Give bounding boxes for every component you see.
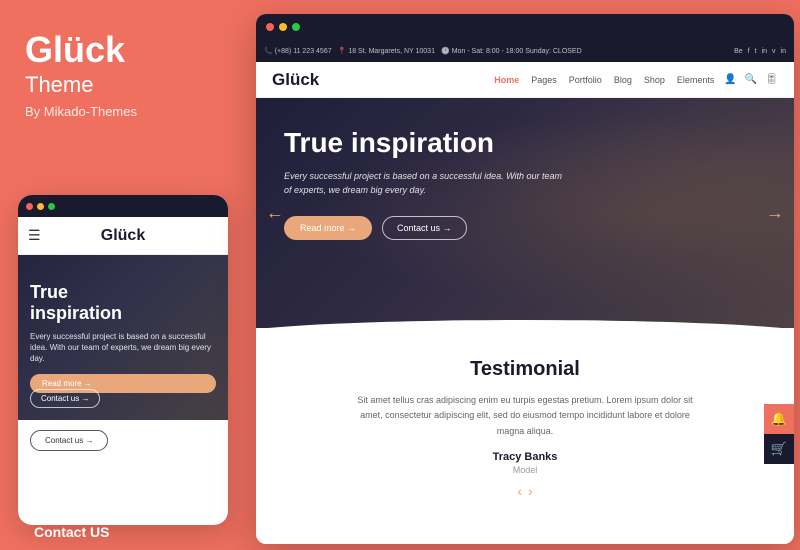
- hero-title: True inspiration: [284, 128, 766, 159]
- mobile-mockup: ☰ Glück Trueinspiration Every successful…: [18, 195, 228, 525]
- contact-us-label: Contact US: [34, 524, 109, 540]
- testimonial-role: Model: [296, 465, 754, 475]
- brand-title: Glück: [25, 30, 125, 70]
- right-side-icons: 🔔 🛒: [764, 404, 794, 464]
- behance-link[interactable]: Be: [734, 48, 743, 55]
- brand-subtitle: Theme: [25, 72, 93, 98]
- mobile-hero-text: Every successful project is based on a s…: [30, 331, 216, 365]
- mobile-logo: Glück: [101, 227, 145, 245]
- social-links: Be f t in v in: [734, 48, 786, 55]
- equalizer-icon[interactable]: 🎚: [765, 74, 778, 85]
- phone-info: 📞 (+88) 11 223 4567: [264, 47, 332, 55]
- testimonial-next-button[interactable]: ›: [528, 483, 533, 499]
- brand-by: By Mikado-Themes: [25, 104, 137, 119]
- browser-dot-yellow: [279, 23, 287, 31]
- nav-portfolio[interactable]: Portfolio: [569, 75, 602, 85]
- website-logo: Glück: [272, 70, 319, 90]
- website-navbar: Glück Home Pages Portfolio Blog Shop Ele…: [256, 62, 794, 98]
- hero-contact-button[interactable]: Contact us →: [382, 216, 467, 240]
- website-hero: ← → True inspiration Every successful pr…: [256, 98, 794, 328]
- nav-shop[interactable]: Shop: [644, 75, 665, 85]
- hero-description: Every successful project is based on a s…: [284, 169, 564, 198]
- hero-prev-arrow[interactable]: ←: [266, 203, 284, 224]
- hamburger-icon[interactable]: ☰: [28, 227, 41, 244]
- mobile-dot-green: [48, 203, 55, 210]
- testimonial-nav: ‹ ›: [296, 483, 754, 499]
- testimonial-title: Testimonial: [296, 358, 754, 381]
- browser-top-bar: [256, 14, 794, 40]
- nav-blog[interactable]: Blog: [614, 75, 632, 85]
- nav-home[interactable]: Home: [494, 75, 519, 85]
- mobile-bottom-area: Contact us →: [18, 420, 228, 461]
- browser-dot-green: [292, 23, 300, 31]
- nav-elements[interactable]: Elements: [677, 75, 715, 85]
- mobile-top-bar: [18, 195, 228, 217]
- location-icon: 📍: [338, 47, 347, 55]
- testimonial-text: Sit amet tellus cras adipiscing enim eu …: [355, 393, 695, 439]
- nav-icons: 👤 🔍 🎚: [724, 74, 778, 85]
- facebook-link[interactable]: f: [748, 48, 750, 55]
- mobile-header: ☰ Glück: [18, 217, 228, 255]
- nav-links: Home Pages Portfolio Blog Shop Elements: [494, 75, 714, 85]
- mobile-hero-title: Trueinspiration: [30, 282, 216, 325]
- hero-buttons: Read more → Contact us →: [284, 216, 766, 240]
- mobile-contact-button[interactable]: Contact us →: [30, 389, 100, 408]
- address-info: 📍 18 St. Margarets, NY 10031: [338, 47, 435, 55]
- clock-icon: 🕐: [441, 47, 450, 55]
- hero-content: True inspiration Every successful projec…: [256, 98, 794, 256]
- cart-side-icon[interactable]: 🛒: [764, 434, 794, 464]
- mobile-dot-yellow: [37, 203, 44, 210]
- instagram-link[interactable]: in: [762, 48, 767, 55]
- twitter-link[interactable]: t: [755, 48, 757, 55]
- nav-pages[interactable]: Pages: [531, 75, 557, 85]
- browser-mockup: 📞 (+88) 11 223 4567 📍 18 St. Margarets, …: [256, 14, 794, 544]
- mobile-hero: Trueinspiration Every successful project…: [18, 255, 228, 420]
- mobile-contact-us-button[interactable]: Contact us →: [30, 430, 108, 451]
- notification-side-icon[interactable]: 🔔: [764, 404, 794, 434]
- browser-address-bar: 📞 (+88) 11 223 4567 📍 18 St. Margarets, …: [256, 40, 794, 62]
- linkedin-link[interactable]: in: [781, 48, 786, 55]
- phone-icon: 📞: [264, 47, 273, 55]
- mobile-dot-red: [26, 203, 33, 210]
- person-icon[interactable]: 👤: [724, 74, 736, 85]
- search-icon[interactable]: 🔍: [745, 74, 757, 85]
- testimonial-section: Testimonial Sit amet tellus cras adipisc…: [256, 336, 794, 515]
- left-panel: Glück Theme By Mikado-Themes ☰ Glück Tru…: [0, 0, 248, 550]
- hero-read-more-button[interactable]: Read more →: [284, 216, 372, 240]
- hours-info: 🕐 Mon - Sat: 8:00 - 18:00 Sunday: CLOSED: [441, 47, 582, 55]
- hero-next-arrow[interactable]: →: [766, 203, 784, 224]
- browser-dot-red: [266, 23, 274, 31]
- testimonial-name: Tracy Banks: [296, 451, 754, 463]
- vimeo-link[interactable]: v: [772, 48, 776, 55]
- testimonial-prev-button[interactable]: ‹: [517, 483, 522, 499]
